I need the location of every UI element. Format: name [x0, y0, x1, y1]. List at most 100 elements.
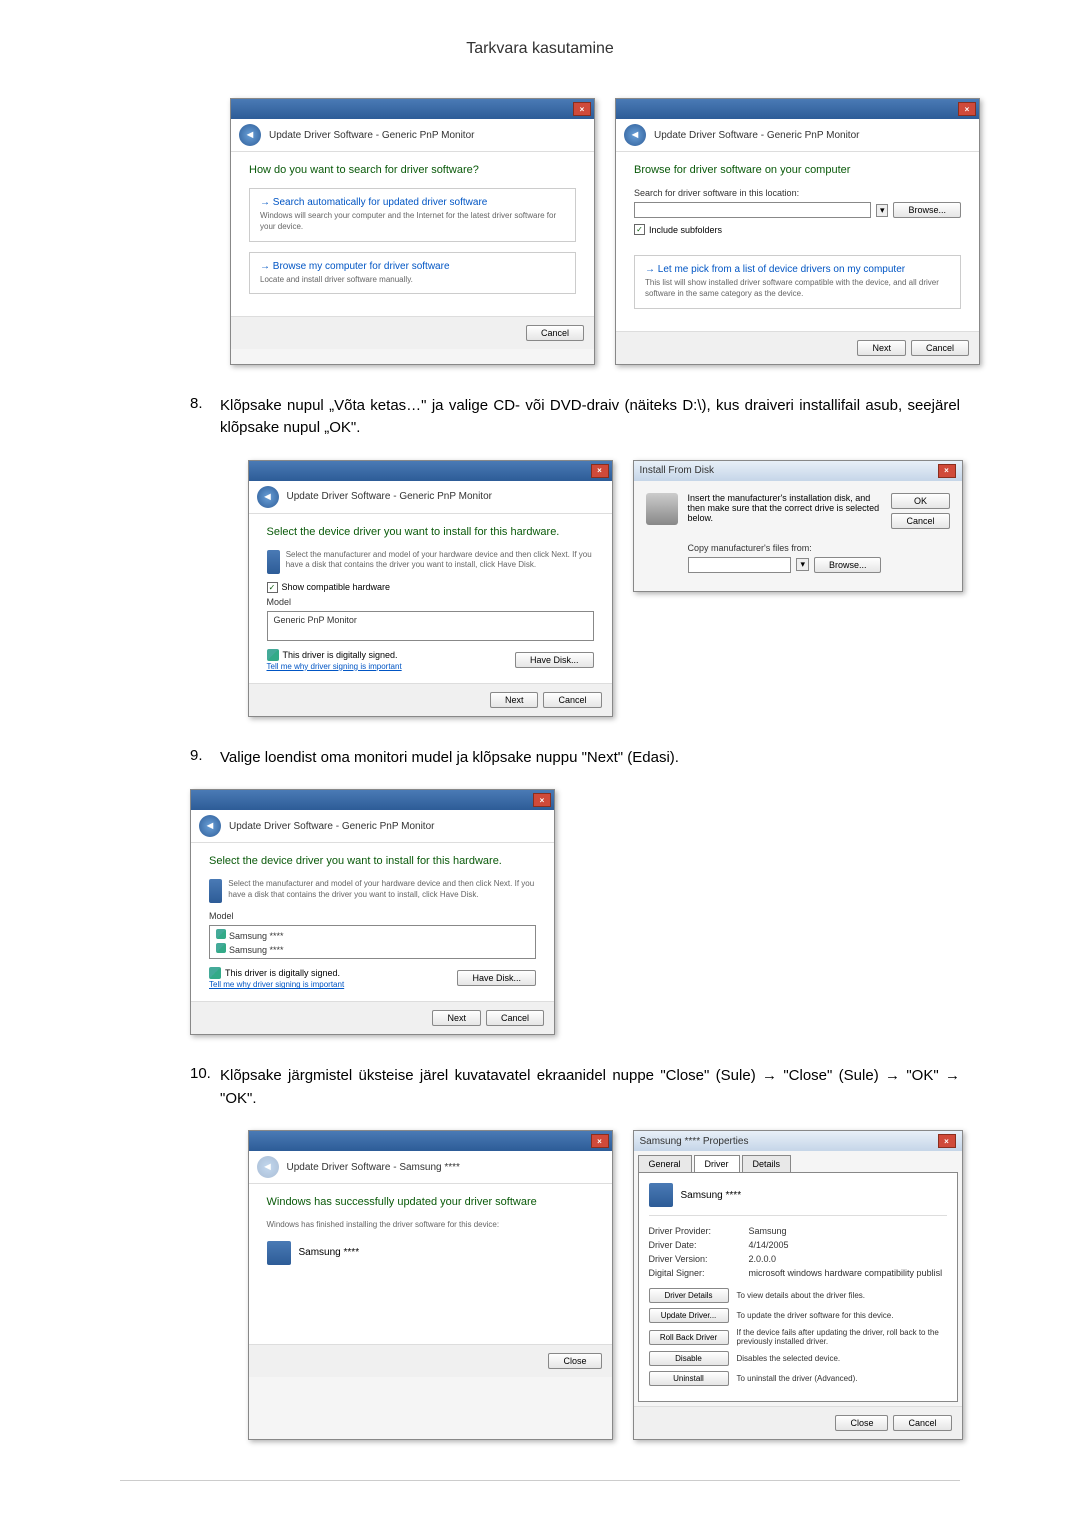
close-icon[interactable]: × [573, 102, 591, 116]
option-pick-from-list[interactable]: → Let me pick from a list of device driv… [634, 255, 961, 309]
next-button[interactable]: Next [490, 692, 539, 708]
props-body: Samsung **** Driver Provider: Samsung Dr… [638, 1172, 958, 1402]
option-desc: Windows will search your computer and th… [260, 211, 556, 231]
uninstall-button[interactable]: Uninstall [649, 1371, 729, 1386]
shield-icon [267, 649, 279, 661]
step-10: 10. Klõpsake järgmistel üksteise järel k… [60, 1065, 1020, 1110]
dialog-heading: How do you want to search for driver sof… [249, 164, 576, 176]
ok-button[interactable]: OK [891, 493, 949, 509]
cancel-button[interactable]: Cancel [543, 692, 601, 708]
tab-details[interactable]: Details [742, 1155, 792, 1172]
model-list[interactable]: Samsung **** Samsung **** [209, 925, 536, 959]
close-button[interactable]: Close [835, 1415, 888, 1431]
browse-button[interactable]: Browse... [814, 557, 882, 573]
dialog-select-samsung: × ◄ Update Driver Software - Generic PnP… [190, 789, 555, 1035]
option-auto-search[interactable]: → Search automatically for updated drive… [249, 188, 576, 242]
close-icon[interactable]: × [938, 1134, 956, 1148]
back-icon[interactable]: ◄ [257, 486, 279, 508]
dialog-heading: Select the device driver you want to ins… [267, 526, 594, 538]
close-icon[interactable]: × [591, 464, 609, 478]
browse-button[interactable]: Browse... [893, 202, 961, 218]
props-value: Samsung [749, 1226, 787, 1236]
titlebar: × [231, 99, 594, 119]
list-item[interactable]: Samsung **** [212, 942, 533, 956]
back-icon: ◄ [257, 1156, 279, 1178]
action-uninstall: Uninstall To uninstall the driver (Advan… [649, 1371, 947, 1386]
list-item[interactable]: Samsung **** [212, 928, 533, 942]
model-list[interactable]: Generic PnP Monitor [267, 611, 594, 641]
next-button[interactable]: Next [857, 340, 906, 356]
dialog-footer: Cancel [231, 316, 594, 349]
back-icon[interactable]: ◄ [199, 815, 221, 837]
disk-icon [646, 493, 678, 525]
props-label: Driver Version: [649, 1254, 749, 1264]
cancel-button[interactable]: Cancel [893, 1415, 951, 1431]
update-driver-button[interactable]: Update Driver... [649, 1308, 729, 1323]
back-icon[interactable]: ◄ [624, 124, 646, 146]
signing-link[interactable]: Tell me why driver signing is important [209, 980, 344, 989]
cancel-button[interactable]: Cancel [891, 513, 949, 529]
nav-strip: ◄ Update Driver Software - Generic PnP M… [231, 119, 594, 152]
location-input[interactable] [634, 202, 871, 218]
close-icon[interactable]: × [591, 1134, 609, 1148]
dialog-footer: Next Cancel [249, 683, 612, 716]
titlebar: Samsung **** Properties × [634, 1131, 962, 1151]
rollback-button[interactable]: Roll Back Driver [649, 1330, 729, 1345]
dialog-browse-location: × ◄ Update Driver Software - Generic PnP… [615, 98, 980, 365]
monitor-icon [209, 879, 222, 903]
tab-driver[interactable]: Driver [694, 1155, 740, 1172]
close-icon[interactable]: × [533, 793, 551, 807]
have-disk-button[interactable]: Have Disk... [457, 970, 536, 986]
monitor-icon [267, 1241, 291, 1265]
have-disk-button[interactable]: Have Disk... [515, 652, 594, 668]
step-text: Klõpsake järgmistel üksteise järel kuvat… [220, 1065, 1020, 1110]
dropdown-icon[interactable]: ▾ [876, 204, 889, 217]
props-header: Samsung **** [649, 1183, 947, 1216]
device-name: Samsung **** [299, 1247, 360, 1258]
back-icon[interactable]: ◄ [239, 124, 261, 146]
dialog-body: Windows has successfully updated your dr… [249, 1184, 612, 1344]
tab-general[interactable]: General [638, 1155, 692, 1172]
monitor-icon [267, 550, 280, 574]
close-icon[interactable]: × [938, 464, 956, 478]
location-row: ▾ Browse... [634, 202, 961, 218]
screenshot-row-3: × ◄ Update Driver Software - Generic PnP… [60, 789, 1020, 1035]
step-text: Klõpsake nupul „Võta ketas…" ja valige C… [220, 395, 1020, 440]
next-button[interactable]: Next [432, 1010, 481, 1026]
option-browse[interactable]: → Browse my computer for driver software… [249, 252, 576, 294]
cancel-button[interactable]: Cancel [526, 325, 584, 341]
path-input[interactable] [688, 557, 792, 573]
checkbox-label: Include subfolders [649, 225, 722, 235]
cancel-button[interactable]: Cancel [911, 340, 969, 356]
props-label: Driver Provider: [649, 1226, 749, 1236]
dialog-title: Install From Disk [640, 465, 714, 476]
page-header: Tarkvara kasutamine [60, 40, 1020, 58]
titlebar: × [616, 99, 979, 119]
nav-strip: ◄ Update Driver Software - Samsung **** [249, 1151, 612, 1184]
nav-strip: ◄ Update Driver Software - Generic PnP M… [249, 481, 612, 514]
disable-button[interactable]: Disable [649, 1351, 729, 1366]
signing-link[interactable]: Tell me why driver signing is important [267, 662, 402, 671]
instruction-text: Select the manufacturer and model of you… [228, 879, 536, 903]
dialog-success: × ◄ Update Driver Software - Samsung ***… [248, 1130, 613, 1440]
driver-details-button[interactable]: Driver Details [649, 1288, 729, 1303]
checkbox-icon: ✓ [634, 224, 645, 235]
checkbox-label: Show compatible hardware [282, 582, 391, 592]
option-title: → Let me pick from a list of device driv… [645, 264, 950, 275]
instruction-text: Select the manufacturer and model of you… [286, 550, 594, 574]
screenshot-row-4: × ◄ Update Driver Software - Samsung ***… [60, 1130, 1020, 1440]
option-title: → Browse my computer for driver software [260, 261, 565, 272]
dropdown-icon[interactable]: ▾ [796, 558, 809, 571]
nav-strip: ◄ Update Driver Software - Generic PnP M… [616, 119, 979, 152]
show-compatible-row[interactable]: ✓ Show compatible hardware [267, 582, 594, 593]
option-desc: This list will show installed driver sof… [645, 278, 939, 298]
step-9: 9. Valige loendist oma monitori mudel ja… [60, 747, 1020, 770]
cancel-button[interactable]: Cancel [486, 1010, 544, 1026]
include-subfolders-row[interactable]: ✓ Include subfolders [634, 224, 961, 235]
close-icon[interactable]: × [958, 102, 976, 116]
close-button[interactable]: Close [548, 1353, 601, 1369]
step-8: 8. Klõpsake nupul „Võta ketas…" ja valig… [60, 395, 1020, 440]
dialog-title: Update Driver Software - Generic PnP Mon… [654, 130, 859, 141]
list-item[interactable]: Generic PnP Monitor [270, 614, 591, 626]
dialog-title: Update Driver Software - Generic PnP Mon… [269, 130, 474, 141]
